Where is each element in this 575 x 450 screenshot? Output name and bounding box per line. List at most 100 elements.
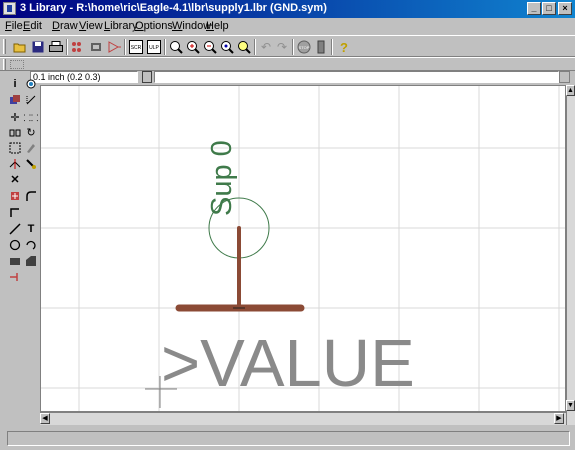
status-bar — [0, 427, 575, 450]
ulp-label: ULP — [149, 45, 159, 51]
display-icon[interactable] — [8, 93, 22, 107]
rotate-icon[interactable]: ↻ — [24, 126, 38, 140]
menu-library[interactable]: Library — [104, 20, 138, 32]
zoom-fit-icon[interactable] — [168, 39, 184, 55]
show-icon[interactable] — [24, 77, 38, 91]
parameter-toolbar — [0, 57, 575, 71]
menu-draw[interactable]: Draw — [52, 20, 78, 32]
group-icon[interactable] — [8, 141, 22, 155]
app-window: 3 Library - R:\home\ric\Eagle-4.1\lbr\su… — [0, 0, 575, 450]
menu-options[interactable]: Options — [135, 20, 173, 32]
toolbar-grip[interactable] — [3, 39, 6, 54]
save-icon[interactable] — [30, 39, 46, 55]
scroll-left-button[interactable]: ◀ — [40, 413, 50, 424]
toolbar-separator — [331, 39, 333, 55]
close-button[interactable]: × — [558, 2, 572, 15]
status-text — [7, 431, 570, 446]
menu-view[interactable]: View — [79, 20, 103, 32]
delete-icon[interactable]: ✕ — [8, 173, 22, 187]
toolbar-separator — [292, 39, 294, 55]
menu-window-accel: W — [172, 20, 183, 32]
copy-icon[interactable]: ⸬⸬ — [24, 111, 39, 125]
menu-help[interactable]: Help — [206, 20, 229, 32]
toolbar-separator — [124, 39, 126, 55]
drawing-canvas[interactable]: Sup 0 >VALUE — [40, 85, 566, 412]
coordinate-display: 0.1 inch (0.2 0.3) — [30, 71, 138, 83]
polygon-icon[interactable] — [24, 254, 38, 268]
wire-bend-icon[interactable] — [8, 205, 22, 219]
toolbar-separator — [66, 39, 68, 55]
menu-help-accel: H — [206, 20, 214, 32]
undo-icon[interactable]: ↶ — [258, 39, 274, 55]
menu-edit-label: dit — [30, 20, 42, 32]
use-library-icon[interactable] — [70, 39, 86, 55]
command-row: 0.1 inch (0.2 0.3) — [28, 71, 575, 84]
menu-file-label: ile — [11, 20, 23, 32]
smash-icon[interactable] — [24, 157, 38, 171]
add-icon[interactable] — [8, 189, 22, 203]
menu-file[interactable]: File — [5, 20, 23, 32]
change-icon[interactable] — [24, 141, 38, 155]
open-icon[interactable] — [12, 39, 28, 55]
text-icon[interactable]: T — [24, 222, 38, 236]
title-bar[interactable]: 3 Library - R:\home\ric\Eagle-4.1\lbr\su… — [0, 0, 575, 18]
go-icon[interactable] — [313, 39, 329, 55]
parameter-placeholder — [10, 60, 24, 69]
circle-icon[interactable] — [8, 238, 22, 252]
tool-palette: i ✛ ⸬⸬ ↻ ✕ T — [6, 71, 40, 425]
ulp-icon[interactable]: ULP — [146, 39, 162, 55]
pin-icon[interactable] — [8, 270, 22, 284]
menu-options-label: ptions — [143, 20, 173, 32]
redraw-icon[interactable] — [219, 39, 235, 55]
symbol-name-text[interactable]: Sup 0 — [206, 140, 238, 216]
arc-icon[interactable] — [24, 238, 38, 252]
maximize-button[interactable]: □ — [542, 2, 556, 15]
package-icon[interactable] — [88, 39, 104, 55]
symbol-value-text[interactable]: >VALUE — [161, 326, 415, 401]
zoom-in-icon[interactable] — [185, 39, 201, 55]
menu-file-accel: F — [5, 20, 12, 32]
stop-icon[interactable]: STOP — [296, 39, 312, 55]
zoom-select-icon[interactable] — [236, 39, 252, 55]
minimize-button[interactable]: _ — [527, 2, 541, 15]
stop-label: STOP — [299, 45, 310, 50]
horizontal-scrollbar[interactable]: ◀ ▶ — [40, 412, 566, 425]
toolbar-separator — [164, 39, 166, 55]
info-icon[interactable]: i — [8, 77, 22, 91]
toolbar-separator — [254, 39, 256, 55]
redo-icon[interactable]: ↷ — [274, 39, 290, 55]
menu-edit[interactable]: Edit — [23, 20, 42, 32]
help-icon[interactable]: ? — [336, 39, 352, 55]
menu-draw-accel: D — [52, 20, 60, 32]
mark-icon[interactable] — [24, 93, 38, 107]
window-title: 3 Library - R:\home\ric\Eagle-4.1\lbr\su… — [20, 2, 327, 14]
script-label: SCR — [131, 45, 142, 51]
mirror-icon[interactable] — [8, 126, 22, 140]
app-icon[interactable] — [3, 2, 16, 15]
scroll-down-button[interactable]: ▼ — [566, 400, 575, 411]
vertical-scrollbar[interactable]: ▲ ▼ — [566, 85, 575, 425]
symbol-icon[interactable] — [106, 39, 122, 55]
menu-library-label: ibrary — [110, 20, 138, 32]
print-icon[interactable] — [48, 39, 64, 55]
command-dropdown-button[interactable] — [559, 71, 570, 83]
menu-bar: File Edit Draw View Library Options Wind… — [0, 18, 575, 35]
scroll-right-button[interactable]: ▶ — [554, 413, 564, 424]
move-icon[interactable]: ✛ — [8, 111, 22, 125]
command-history-button[interactable] — [142, 71, 152, 83]
script-icon[interactable]: SCR — [128, 39, 144, 55]
menu-options-accel: O — [135, 20, 144, 32]
miter-icon[interactable] — [24, 189, 38, 203]
menu-help-label: elp — [213, 20, 229, 32]
menu-view-label: iew — [86, 20, 103, 32]
command-line-input[interactable] — [154, 71, 559, 83]
schematic-editor[interactable]: Sup 0 >VALUE — [41, 86, 566, 412]
scroll-up-button[interactable]: ▲ — [566, 85, 575, 96]
main-toolbar: SCR ULP ↶ ↷ STOP ? — [0, 35, 575, 57]
line-icon[interactable] — [8, 222, 22, 236]
rectangle-icon[interactable] — [8, 254, 22, 268]
menu-draw-label: raw — [59, 20, 78, 32]
toolbar-grip[interactable] — [3, 59, 6, 70]
split-icon[interactable] — [8, 157, 22, 171]
zoom-out-icon[interactable] — [202, 39, 218, 55]
